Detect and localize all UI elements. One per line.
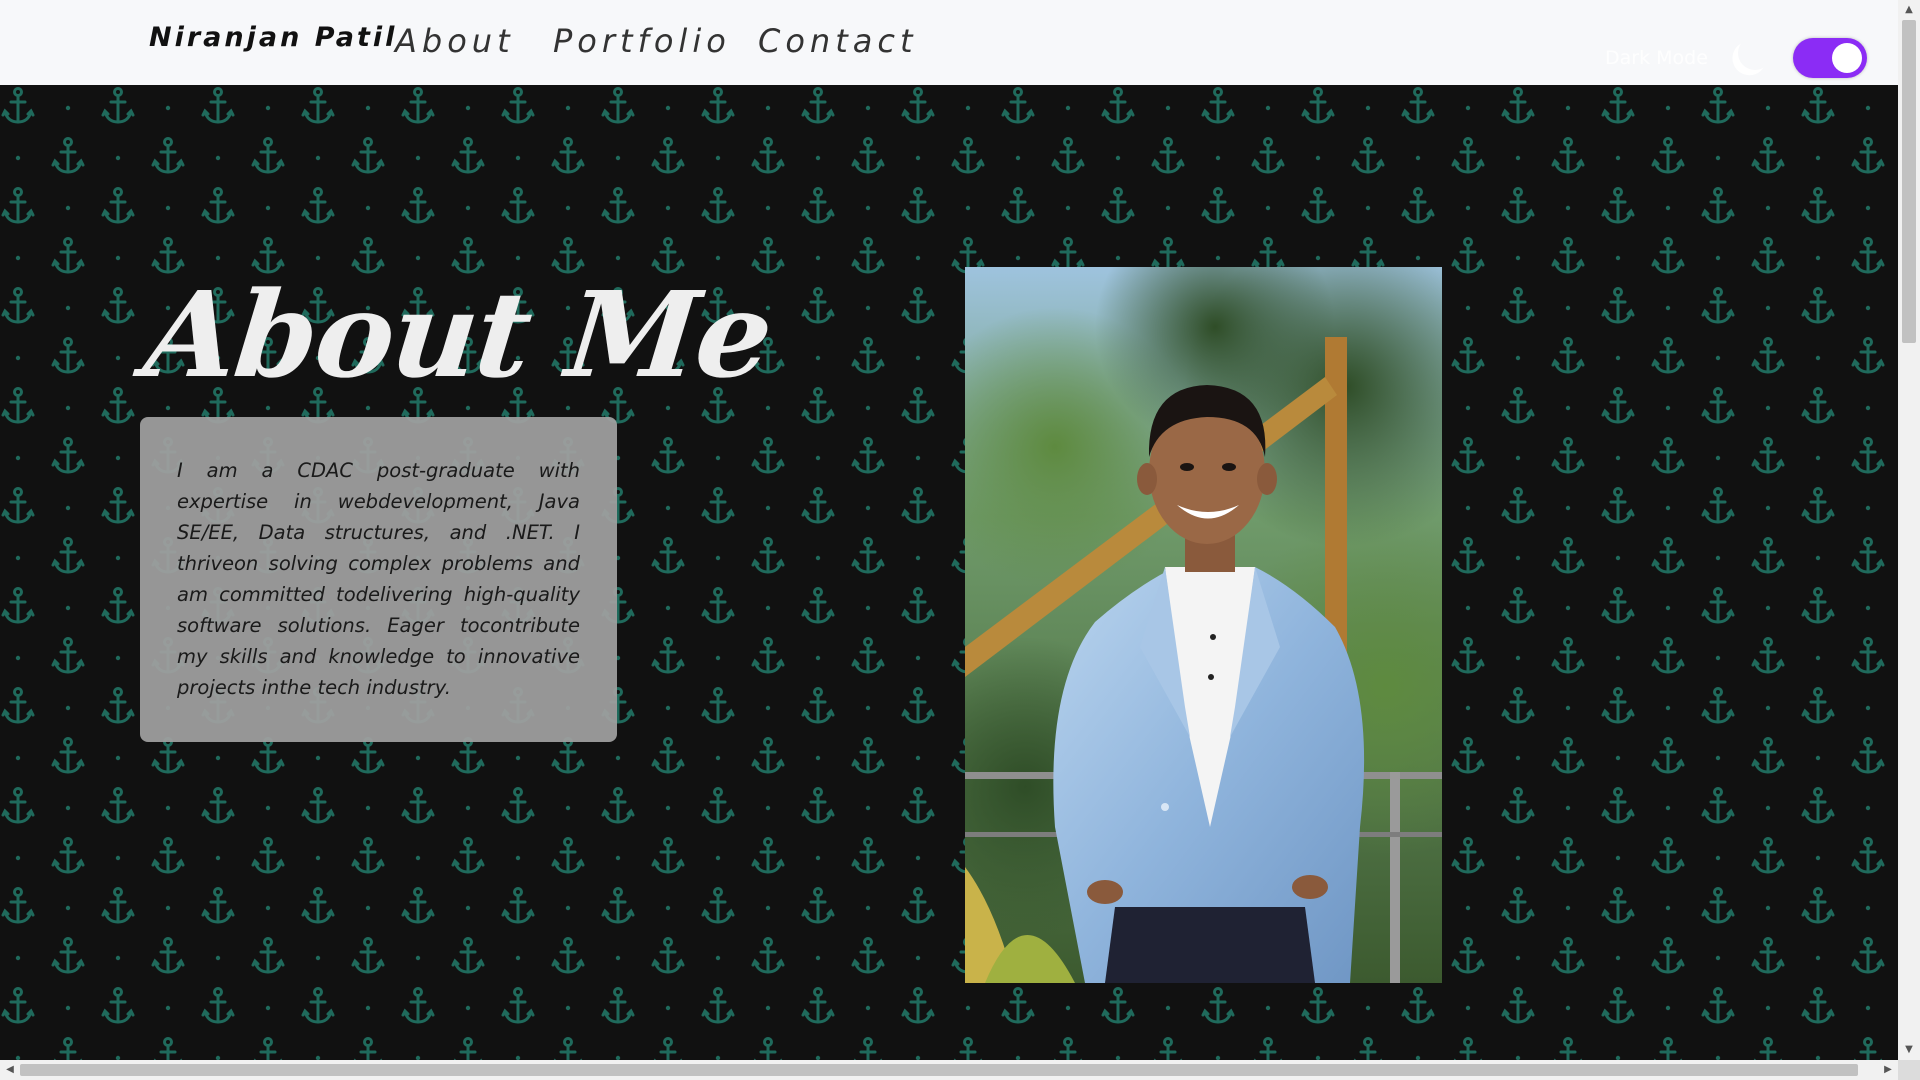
scroll-left-arrow-icon[interactable]: ◀ <box>0 1060 20 1080</box>
about-description: I am a CDAC post-graduate with expertise… <box>177 459 580 699</box>
horizontal-scroll-thumb[interactable] <box>20 1064 1858 1076</box>
scrollbar-corner <box>1898 1060 1920 1080</box>
scroll-up-arrow-icon[interactable]: ▲ <box>1898 0 1920 20</box>
about-section: About Me I am a CDAC post-graduate with … <box>0 85 1898 1060</box>
moon-icon <box>1733 31 1777 75</box>
about-card: I am a CDAC post-graduate with expertise… <box>140 417 617 742</box>
dark-mode-toggle[interactable] <box>1793 38 1867 78</box>
vertical-scroll-thumb[interactable] <box>1902 20 1916 343</box>
scroll-down-arrow-icon[interactable]: ▼ <box>1898 1040 1920 1060</box>
top-navbar: Niranjan Patil About Portfolio Contact D… <box>0 0 1898 85</box>
scroll-right-arrow-icon[interactable]: ▶ <box>1878 1060 1898 1080</box>
nav-link-portfolio[interactable]: Portfolio <box>553 22 731 60</box>
about-title: About Me <box>138 265 778 404</box>
site-brand[interactable]: Niranjan Patil <box>149 22 397 53</box>
horizontal-scrollbar[interactable]: ◀ ▶ <box>0 1060 1898 1080</box>
dark-mode-label: Dark Mode <box>1605 47 1708 69</box>
profile-photo <box>965 267 1442 983</box>
toggle-knob <box>1832 43 1862 73</box>
vertical-scrollbar[interactable]: ▲ ▼ <box>1898 0 1920 1060</box>
nav-link-contact[interactable]: Contact <box>758 22 918 60</box>
nav-link-about[interactable]: About <box>395 22 515 60</box>
